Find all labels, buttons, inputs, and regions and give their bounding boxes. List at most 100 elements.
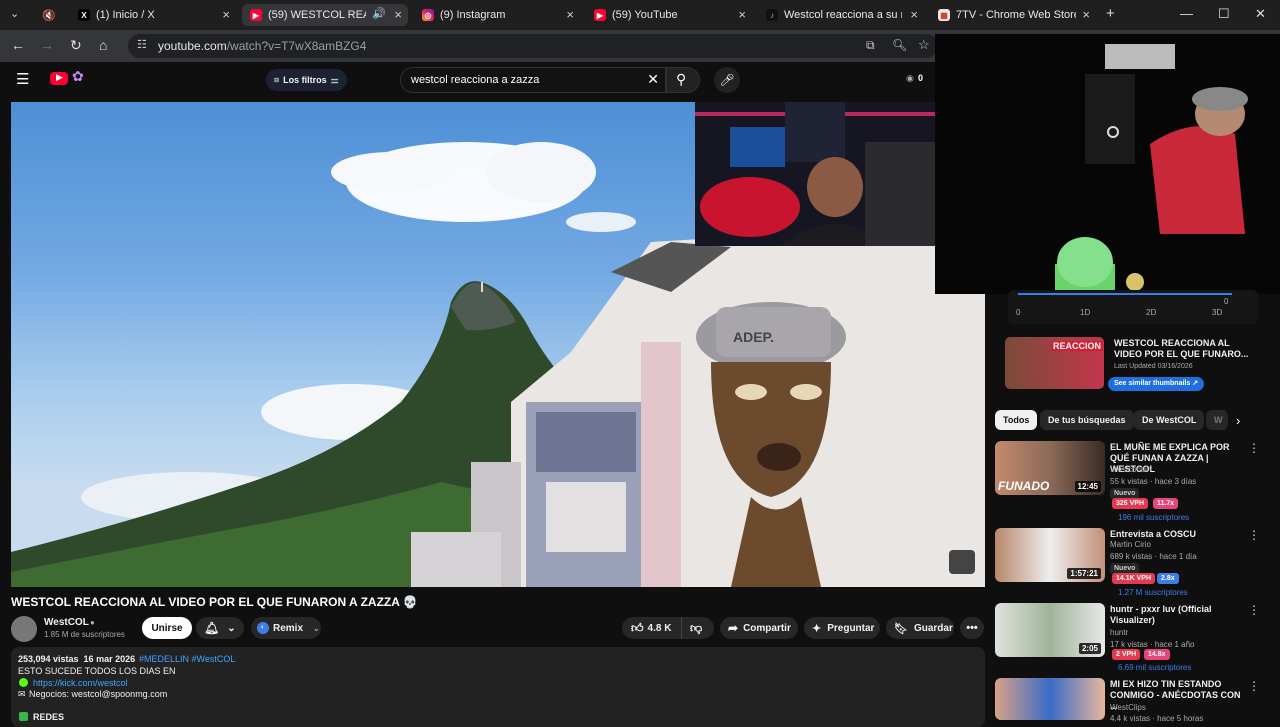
tab-muted[interactable]: 🔇 xyxy=(34,4,64,26)
rec-channel[interactable]: Martin Cirio xyxy=(1110,540,1151,549)
description-line: ESTO SUCEDE TODOS LOS DIAS EN xyxy=(18,666,176,676)
close-icon[interactable]: × xyxy=(738,7,746,22)
tab-title: (9) Instagram xyxy=(440,9,506,21)
site-info-icon[interactable]: ☷ xyxy=(137,38,147,51)
close-icon[interactable]: × xyxy=(910,7,918,22)
verified-icon: ● xyxy=(90,618,95,627)
close-icon[interactable]: × xyxy=(1082,7,1090,22)
vph-badge: 2 VPH xyxy=(1112,649,1141,660)
search-button[interactable]: ⚲ xyxy=(666,67,700,93)
rec-title[interactable]: huntr - pxxr luv (Official Visualizer) xyxy=(1110,604,1244,626)
ask-button[interactable]: ✦ Preguntar xyxy=(804,617,880,639)
close-icon[interactable]: × xyxy=(394,7,402,22)
rec-channel[interactable]: huntr xyxy=(1110,628,1128,637)
filters-label: Los filtros xyxy=(283,75,327,85)
chip-from-searches[interactable]: De tus búsquedas xyxy=(1040,410,1134,430)
tab-x[interactable]: X (1) Inicio / X × xyxy=(70,4,236,26)
muted-speaker-icon: 🔇 xyxy=(42,9,56,22)
back-icon[interactable]: ← xyxy=(11,37,25,53)
voice-search-icon[interactable]: 🎤︎ xyxy=(714,67,740,93)
filter-badge-icon: ⧈ xyxy=(274,75,280,84)
tab-web-store[interactable]: ▦ 7TV - Chrome Web Store × xyxy=(930,4,1096,26)
rec-title[interactable]: Entrevista a COSCU xyxy=(1110,529,1244,540)
reload-icon[interactable]: ↻ xyxy=(70,37,82,54)
filters-button[interactable]: ⧈ Los filtros ⚌ xyxy=(266,69,347,91)
like-dislike-group: 👍︎ 4.8 K 👎︎ xyxy=(622,617,714,639)
description-hashtags[interactable]: #MEDELLIN #WestCOL xyxy=(139,654,235,664)
omnibox[interactable]: ☷ youtube.com/watch?v=T7wX8amBZG4 ⧉ 🔍︎ ☆ xyxy=(128,34,938,58)
join-button[interactable]: Unirse xyxy=(142,617,192,639)
save-button[interactable]: 🔖︎ Guardar xyxy=(886,617,954,639)
close-icon[interactable]: × xyxy=(222,7,230,22)
share-button[interactable]: ➦ Compartir xyxy=(720,617,798,639)
zoom-icon[interactable]: 🔍︎ xyxy=(892,38,907,52)
search-input[interactable]: westcol reacciona a zazza xyxy=(411,74,539,86)
multiplier-badge: 11.7x xyxy=(1153,498,1179,509)
bookmark-star-icon[interactable]: ☆ xyxy=(918,37,930,53)
rec-thumbnail[interactable]: FUNADO 12:45 xyxy=(995,441,1105,495)
vph-badge: 326 VPH xyxy=(1112,498,1149,509)
rec-duration: 1:57:21 xyxy=(1067,568,1101,579)
rec-thumbnail[interactable]: 2:05 xyxy=(995,603,1105,657)
remix-button[interactable]: ◐ Remix ⌄ xyxy=(251,617,321,639)
rec-channel[interactable]: Westconsin xyxy=(1110,465,1151,474)
thumbs-up-icon: 👍︎ xyxy=(631,620,644,635)
tab-westcol-video[interactable]: ▶ (59) WESTCOL REACCI 🔊 × xyxy=(242,4,408,26)
clear-search-icon[interactable]: ✕ xyxy=(647,71,659,88)
more-vertical-icon[interactable]: ⋮ xyxy=(1248,441,1260,455)
tab-title: Westcol reacciona a su ma xyxy=(784,9,902,21)
chevron-right-icon[interactable]: › xyxy=(1236,413,1240,428)
youtube-header: ☰ ▶ ✿ ⧈ Los filtros ⚌ westcol reacciona … xyxy=(0,62,940,98)
see-similar-thumbnails-button[interactable]: See similar thumbnails ↗ xyxy=(1108,377,1205,391)
channel-name[interactable]: WestCOL xyxy=(44,617,89,628)
rec-channel[interactable]: WestClips xyxy=(1110,703,1146,712)
tab-instagram[interactable]: ◎ (9) Instagram × xyxy=(414,4,580,26)
like-button[interactable]: 👍︎ 4.8 K xyxy=(622,617,682,639)
maximize-icon[interactable]: ☐ xyxy=(1218,6,1230,22)
rec-thumbnail[interactable] xyxy=(995,678,1105,720)
graph-axis-label: 2D xyxy=(1146,308,1157,317)
tab-search-chevron-icon[interactable]: ⌄ xyxy=(10,7,19,20)
home-icon[interactable]: ⌂ xyxy=(99,37,107,53)
window-close-icon[interactable]: ✕ xyxy=(1255,6,1266,22)
search-box[interactable]: westcol reacciona a zazza ✕ xyxy=(400,67,666,93)
description-box[interactable]: 253,094 vistas 16 mar 2026 #MEDELLIN #We… xyxy=(11,647,985,727)
share-icon: ➦ xyxy=(728,621,739,635)
youtube-icon: ▶ xyxy=(594,9,606,21)
more-vertical-icon[interactable]: ⋮ xyxy=(1248,528,1260,542)
more-vertical-icon[interactable]: ⋮ xyxy=(1248,603,1260,617)
cast-icon[interactable]: ⧉ xyxy=(866,38,875,53)
close-icon[interactable]: × xyxy=(566,7,574,22)
camera-frame xyxy=(935,34,1280,294)
rec-thumbnail[interactable]: 1:57:21 xyxy=(995,528,1105,582)
chip-from-westcol[interactable]: De WestCOL xyxy=(1134,410,1205,430)
rec-subscribers: 6.69 mil suscriptores xyxy=(1118,663,1192,672)
rec-views: 17 k vistas · hace 1 año xyxy=(1110,640,1195,649)
description-link[interactable]: https://kick.com/westcol xyxy=(33,678,128,688)
tab-title: 7TV - Chrome Web Store xyxy=(956,9,1076,21)
menu-icon[interactable]: ☰ xyxy=(16,70,29,88)
channel-avatar[interactable] xyxy=(11,616,37,642)
minimize-icon[interactable]: — xyxy=(1180,6,1193,21)
notifications-button[interactable]: 🔔︎ ⌄ xyxy=(196,617,244,639)
dislike-button[interactable]: 👎︎ xyxy=(682,621,702,636)
forward-icon[interactable]: → xyxy=(40,37,54,53)
kick-icon xyxy=(19,678,28,687)
video-channel-watermark[interactable] xyxy=(949,550,975,574)
chip-all[interactable]: Todos xyxy=(995,410,1038,430)
speaker-icon[interactable]: 🔊 xyxy=(372,7,386,20)
more-vertical-icon[interactable]: ⋮ xyxy=(1248,679,1260,693)
web-store-icon: ▦ xyxy=(938,9,950,21)
browser-tab-strip: ⌄ 🔇 X (1) Inicio / X × ▶ (59) WESTCOL RE… xyxy=(0,0,1280,30)
promo-thumbnail[interactable]: REACCION xyxy=(1005,337,1104,389)
more-actions-button[interactable]: ••• xyxy=(960,617,984,639)
new-tab-icon[interactable]: + xyxy=(1106,5,1115,22)
rec-thumbnail-text: FUNADO xyxy=(998,479,1050,493)
rec-duration: 2:05 xyxy=(1078,643,1101,654)
camera-frame xyxy=(695,102,935,246)
description-business: Negocios: westcol@spoonmg.com xyxy=(29,689,168,699)
tab-youtube[interactable]: ▶ (59) YouTube × xyxy=(586,4,752,26)
tab-tiktok[interactable]: ♪ Westcol reacciona a su ma × xyxy=(758,4,924,26)
chip-more[interactable]: W xyxy=(1206,410,1228,430)
ask-label: Preguntar xyxy=(827,622,875,634)
